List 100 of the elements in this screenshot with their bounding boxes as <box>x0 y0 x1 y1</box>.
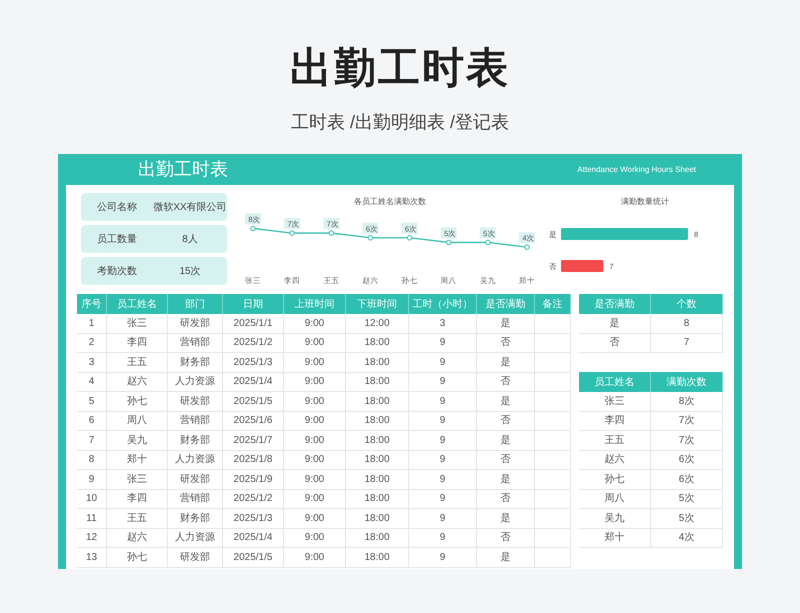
info-label: 公司名称 <box>96 200 138 214</box>
table-cell: 3 <box>77 353 107 372</box>
table-cell: 吴九 <box>579 509 651 528</box>
data-point <box>406 235 412 240</box>
column-header: 工时（小时） <box>409 294 477 314</box>
table-cell: 赵六 <box>579 450 651 470</box>
table-cell <box>535 314 571 334</box>
table-cell: 11 <box>77 509 107 528</box>
table-cell: 13 <box>77 548 107 568</box>
table-cell: 人力资源 <box>168 450 223 470</box>
table-cell: 是 <box>477 509 535 528</box>
table-cell: 赵六 <box>107 372 168 392</box>
table-cell <box>535 412 571 431</box>
table-cell: 是 <box>477 353 535 372</box>
table-cell: 9 <box>409 353 477 372</box>
table-cell: 9:00 <box>284 509 346 528</box>
table-cell: 9 <box>409 334 477 353</box>
table-cell: 9 <box>409 548 477 568</box>
table-cell: 是 <box>579 314 651 334</box>
table-cell: 财务部 <box>168 353 223 372</box>
table-cell: 9:00 <box>284 528 346 548</box>
data-point <box>485 240 491 246</box>
table-cell <box>535 490 571 509</box>
table-cell: 郑十 <box>107 450 168 470</box>
data-point <box>328 230 334 236</box>
table-cell: 否 <box>579 334 651 353</box>
table-cell: 否 <box>477 412 535 431</box>
table-cell: 财务部 <box>168 431 223 450</box>
column-header: 序号 <box>77 294 107 314</box>
table-cell: 张三 <box>579 392 651 412</box>
table-cell: 9 <box>409 490 477 509</box>
sheet-title: 出勤工时表 <box>138 158 228 181</box>
table-cell: 18:00 <box>346 490 409 509</box>
table-cell: 9 <box>77 470 107 490</box>
table-cell: 9 <box>409 431 477 450</box>
table-cell <box>535 372 571 392</box>
data-point <box>446 240 452 246</box>
table-cell: 2025/1/3 <box>223 353 284 372</box>
table-cell: 王五 <box>107 353 168 372</box>
table-cell: 是 <box>477 548 535 568</box>
table-cell: 12:00 <box>346 314 409 334</box>
table-cell: 否 <box>477 450 535 470</box>
table-cell: 4 <box>77 372 107 392</box>
table-cell: 财务部 <box>168 509 223 528</box>
table-cell: 9:00 <box>284 334 346 353</box>
column-header: 员工姓名 <box>579 372 651 392</box>
page-title: 出勤工时表 <box>290 43 510 93</box>
table-cell: 9 <box>409 392 477 412</box>
table-cell: 孙七 <box>579 470 651 490</box>
table-cell: 9:00 <box>284 450 346 470</box>
table-cell <box>535 353 571 372</box>
table-cell: 2025/1/7 <box>223 431 284 450</box>
table-cell: 18:00 <box>346 450 409 470</box>
table-cell: 5 <box>77 392 107 412</box>
table-cell: 2025/1/8 <box>223 450 284 470</box>
table-cell: 2025/1/3 <box>223 509 284 528</box>
column-header: 上班时间 <box>284 294 346 314</box>
table-cell: 否 <box>477 490 535 509</box>
table-cell: 8 <box>77 450 107 470</box>
table-cell: 张三 <box>107 314 168 334</box>
table-cell: 9:00 <box>284 431 346 450</box>
table-cell: 2 <box>77 334 107 353</box>
table-cell: 2025/1/5 <box>223 548 284 568</box>
table-cell: 9:00 <box>284 314 346 334</box>
table-cell: 是 <box>477 392 535 412</box>
table-cell: 5次 <box>651 509 723 528</box>
table-cell: 孙七 <box>107 392 168 412</box>
table-cell: 1 <box>77 314 107 334</box>
table-cell: 9 <box>409 509 477 528</box>
column-header: 个数 <box>651 294 723 314</box>
table-cell <box>535 334 571 353</box>
table-cell: 9 <box>409 470 477 490</box>
table-cell: 营销部 <box>168 334 223 353</box>
table-cell: 李四 <box>107 334 168 353</box>
table-cell: 是 <box>477 431 535 450</box>
table-cell: 8 <box>651 314 723 334</box>
table-cell: 2025/1/2 <box>223 490 284 509</box>
table-cell: 7 <box>77 431 107 450</box>
table-cell <box>535 431 571 450</box>
table-cell: 2025/1/4 <box>223 372 284 392</box>
table-cell: 周八 <box>579 490 651 509</box>
table-cell: 18:00 <box>346 334 409 353</box>
table-cell <box>535 392 571 412</box>
table-cell: 9:00 <box>284 392 346 412</box>
table-cell: 18:00 <box>346 548 409 568</box>
column-header: 员工姓名 <box>107 294 168 314</box>
table-cell: 7次 <box>651 412 723 431</box>
page-subtitle: 工时表 /出勤明细表 /登记表 <box>290 111 509 134</box>
column-header: 是否满勤 <box>579 294 651 314</box>
table-cell: 郑十 <box>579 528 651 548</box>
table-cell <box>535 548 571 568</box>
info-value: 微软XX有限公司 <box>153 200 227 214</box>
table-cell: 孙七 <box>107 548 168 568</box>
table-cell: 6 <box>77 412 107 431</box>
table-cell: 2025/1/4 <box>223 528 284 548</box>
table-cell: 人力资源 <box>168 528 223 548</box>
table-cell: 18:00 <box>346 528 409 548</box>
sheet-subtitle: Attendance Working Hours Sheet <box>577 164 696 176</box>
table-cell: 8次 <box>651 392 723 412</box>
table-cell: 12 <box>77 528 107 548</box>
